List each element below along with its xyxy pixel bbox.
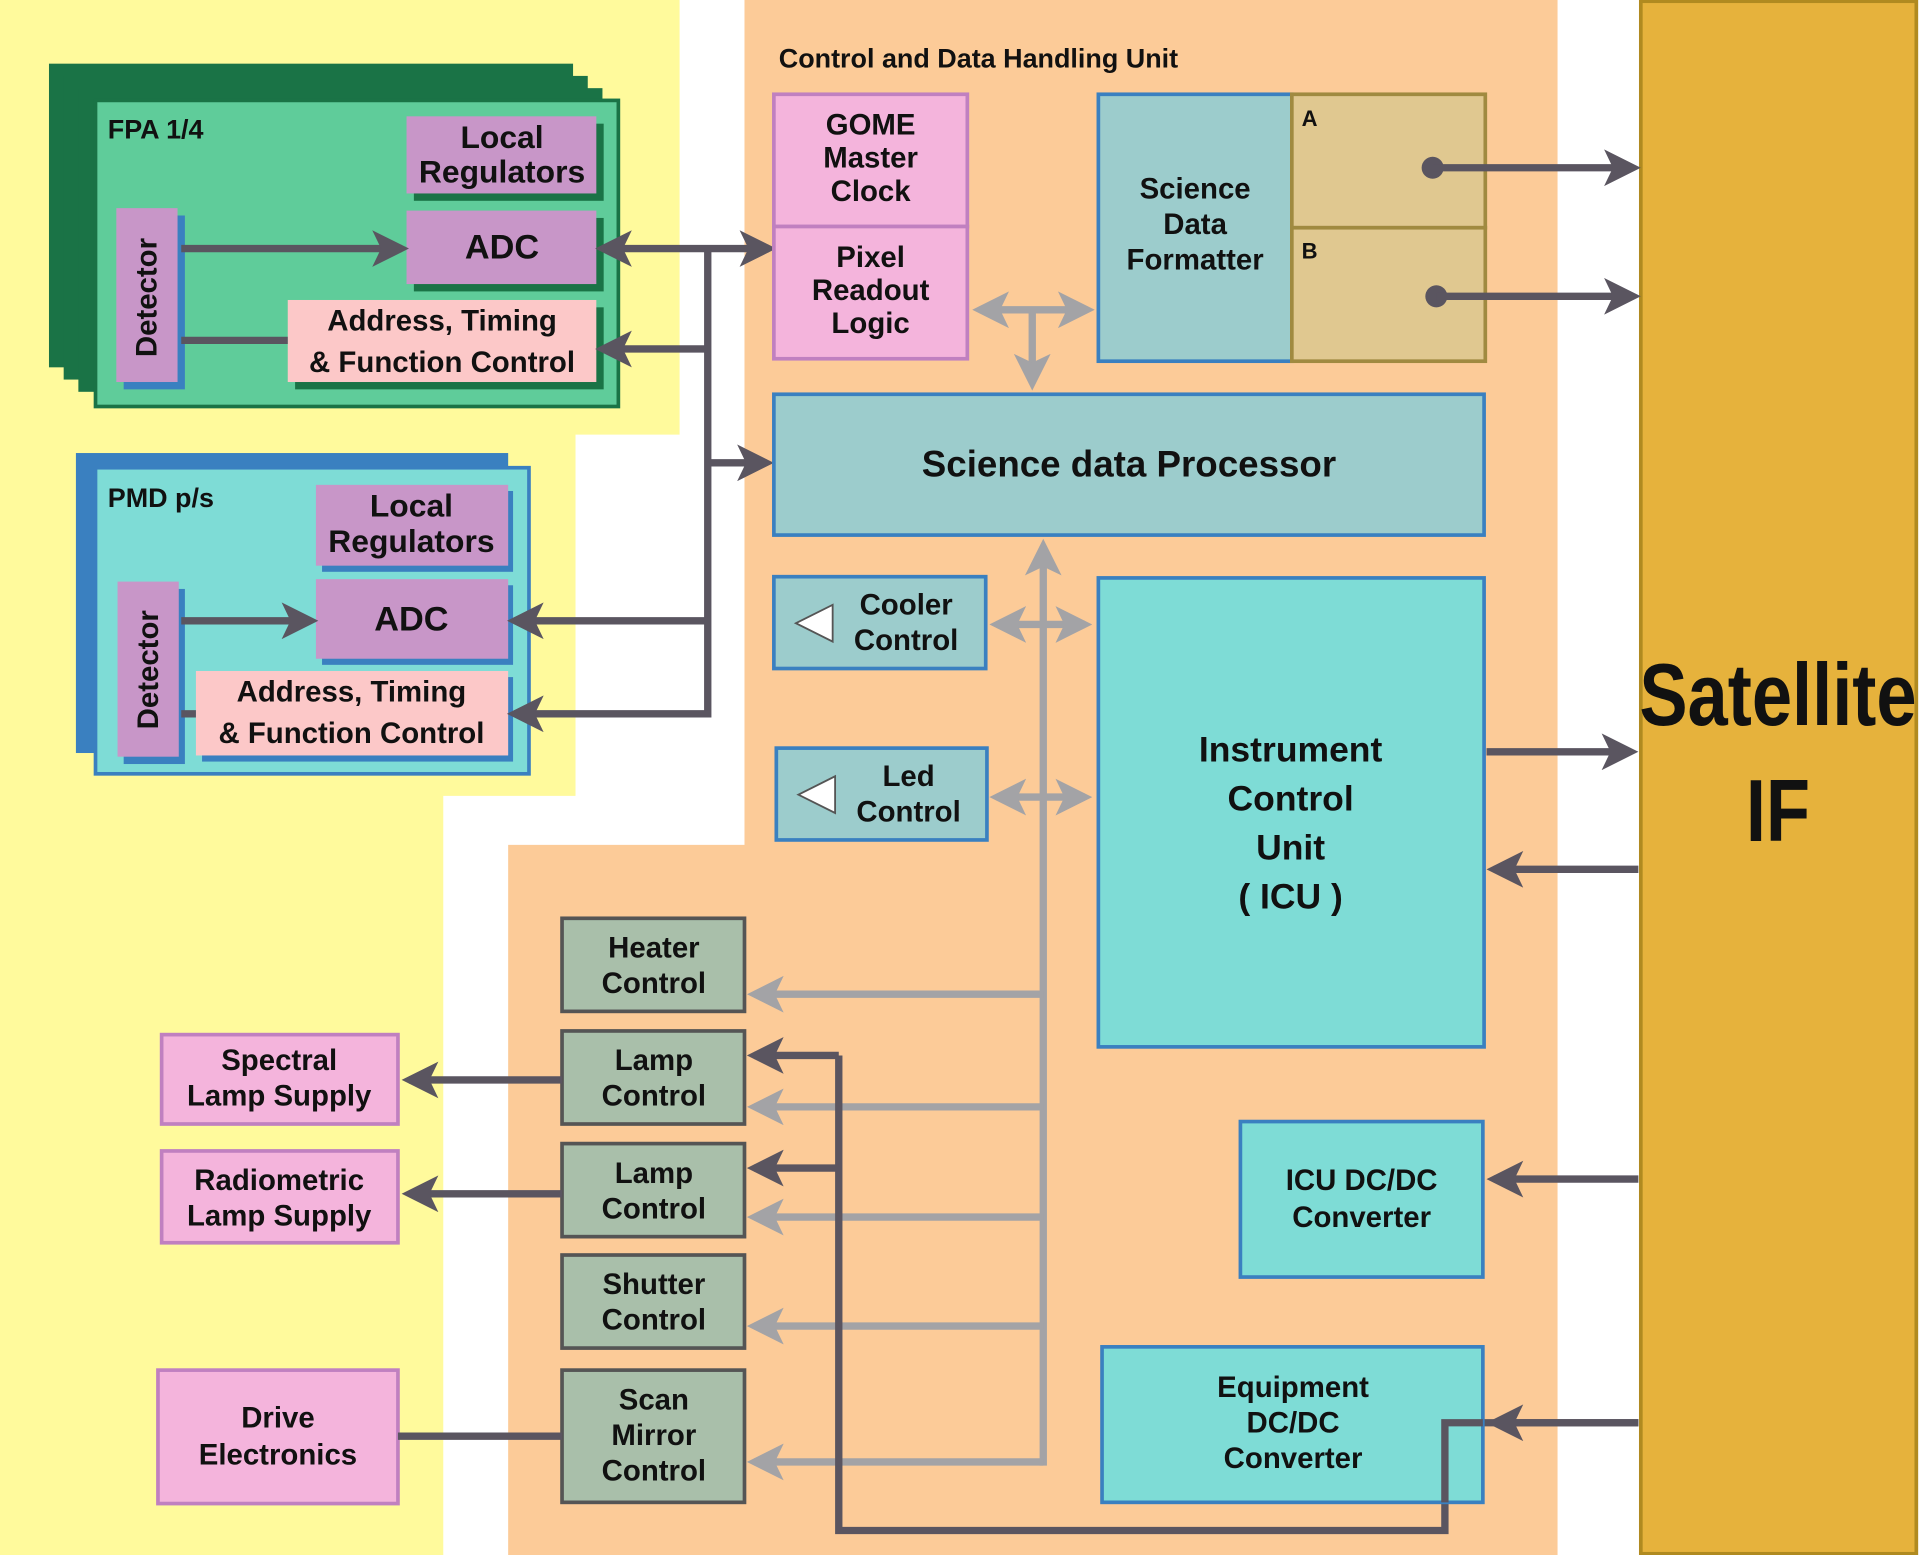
svg-text:B: B bbox=[1302, 238, 1318, 263]
pmd-module: PMD p/s Local Regulators ADC Detector Add… bbox=[75, 453, 531, 776]
svg-text:ADC: ADC bbox=[465, 228, 539, 266]
svg-text:ADC: ADC bbox=[374, 601, 448, 639]
cdhu-title: Control and Data Handling Unit bbox=[779, 43, 1178, 73]
svg-text:Detector: Detector bbox=[131, 238, 164, 357]
formatter-channel-a bbox=[1290, 92, 1488, 230]
fpa-title: FPA 1/4 bbox=[108, 114, 204, 144]
svg-text:GOMEMasterClock: GOME Master Clock bbox=[823, 109, 918, 208]
svg-text:Detector: Detector bbox=[132, 610, 165, 729]
gome-block-diagram: Satellite IF FPA 1/4 Local Regulators ADC … bbox=[0, 0, 1919, 1555]
svg-text:Science data Processor: Science data Processor bbox=[922, 443, 1336, 484]
pmd-title: PMD p/s bbox=[108, 483, 214, 513]
icu-dcdc-converter bbox=[1238, 1119, 1485, 1279]
fpa-module: FPA 1/4 Local Regulators ADC Detector Add… bbox=[48, 63, 621, 409]
svg-text:A: A bbox=[1302, 106, 1318, 131]
drive-electronics bbox=[156, 1368, 400, 1506]
